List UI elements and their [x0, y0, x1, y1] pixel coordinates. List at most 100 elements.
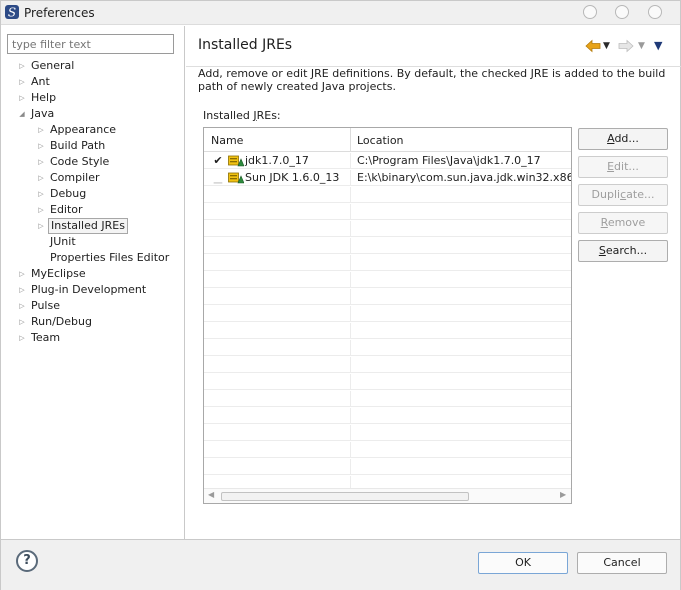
back-arrow-icon[interactable]: [585, 38, 601, 54]
installed-jres-table[interactable]: Name Location ✔ jdk1.7.0_17 C:\Program Fil…: [203, 127, 572, 504]
location-cell: [351, 425, 571, 441]
tree-item-myeclipse[interactable]: ▷ MyEclipse: [1, 266, 184, 282]
collapse-arrow-icon[interactable]: ▷: [36, 170, 46, 186]
empty-table-row: [204, 187, 571, 203]
empty-table-row: [204, 340, 571, 356]
collapse-arrow-icon[interactable]: ▷: [17, 298, 27, 314]
empty-table-row: [204, 255, 571, 271]
title-bar[interactable]: S Preferences: [1, 1, 680, 25]
search-button[interactable]: Search...: [578, 240, 668, 262]
name-cell: [204, 323, 351, 339]
minimize-button[interactable]: [583, 5, 597, 19]
maximize-button[interactable]: [615, 5, 629, 19]
window-title: Preferences: [24, 6, 95, 20]
eclipse-icon: S: [5, 5, 19, 20]
tree-item-debug[interactable]: ▷ Debug: [1, 186, 184, 202]
name-cell: [204, 340, 351, 356]
scrollbar-thumb[interactable]: [221, 492, 469, 501]
collapse-arrow-icon[interactable]: ▷: [36, 186, 46, 202]
location-cell: [351, 357, 571, 373]
back-dropdown-icon[interactable]: ▼: [603, 38, 610, 54]
add-button[interactable]: Add...: [578, 128, 668, 150]
tree-item-run-debug[interactable]: ▷ Run/Debug: [1, 314, 184, 330]
name-cell: [204, 204, 351, 220]
name-cell: [204, 425, 351, 441]
horizontal-scrollbar[interactable]: ◀ ▶: [204, 488, 571, 503]
collapse-arrow-icon[interactable]: ▷: [36, 202, 46, 218]
empty-table-row: [204, 306, 571, 322]
expand-arrow-icon[interactable]: ◢: [17, 106, 27, 122]
name-cell: [204, 408, 351, 424]
filter-input[interactable]: [7, 34, 174, 54]
tree-item-properties-files-editor[interactable]: Properties Files Editor: [1, 250, 184, 266]
location-cell: [351, 374, 571, 390]
tree-item-general[interactable]: ▷ General: [1, 58, 184, 74]
collapse-arrow-icon[interactable]: ▷: [36, 154, 46, 170]
column-header-location[interactable]: Location: [351, 128, 571, 152]
scroll-left-icon[interactable]: ◀: [208, 490, 214, 499]
tree-item-pulse[interactable]: ▷ Pulse: [1, 298, 184, 314]
tree-item-team[interactable]: ▷ Team: [1, 330, 184, 346]
view-menu-icon[interactable]: ▼: [654, 38, 662, 54]
tree-item-editor[interactable]: ▷ Editor: [1, 202, 184, 218]
scroll-right-icon[interactable]: ▶: [560, 490, 566, 499]
collapse-arrow-icon[interactable]: ▷: [17, 74, 27, 90]
collapse-arrow-icon[interactable]: ▷: [36, 218, 46, 234]
empty-table-row: [204, 391, 571, 407]
tree-item-code-style[interactable]: ▷ Code Style: [1, 154, 184, 170]
collapse-arrow-icon[interactable]: ▷: [17, 314, 27, 330]
collapse-arrow-icon[interactable]: ▷: [36, 138, 46, 154]
forward-dropdown-icon[interactable]: ▼: [638, 38, 645, 54]
collapse-arrow-icon[interactable]: ▷: [36, 122, 46, 138]
location-cell: [351, 442, 571, 458]
tree-item-junit[interactable]: JUnit: [1, 234, 184, 250]
page-title: Installed JREs: [198, 37, 293, 53]
empty-table-row: [204, 459, 571, 475]
location-cell: [351, 340, 571, 356]
empty-table-row: [204, 357, 571, 373]
tree-item-label: Run/Debug: [31, 315, 92, 328]
table-row[interactable]: ✔ jdk1.7.0_17 C:\Program Files\Java\jdk1.7…: [204, 153, 571, 169]
name-cell: [204, 272, 351, 288]
duplicate-button[interactable]: Duplicate...: [578, 184, 668, 206]
empty-table-row: [204, 408, 571, 424]
empty-table-row: [204, 374, 571, 390]
collapse-arrow-icon[interactable]: ▷: [17, 266, 27, 282]
ok-button[interactable]: OK: [478, 552, 568, 574]
name-cell: [204, 357, 351, 373]
jre-name: Sun JDK 1.6.0_13: [245, 171, 340, 184]
collapse-arrow-icon[interactable]: ▷: [17, 282, 27, 298]
tree-item-label: Installed JREs: [48, 218, 128, 234]
remove-button[interactable]: Remove: [578, 212, 668, 234]
installed-jres-label: Installed JREs:: [203, 109, 281, 122]
collapse-arrow-icon[interactable]: ▷: [17, 58, 27, 74]
tree-item-compiler[interactable]: ▷ Compiler: [1, 170, 184, 186]
tree-item-label: Pulse: [31, 299, 60, 312]
tree-item-label: Editor: [50, 203, 83, 216]
tree-item-help[interactable]: ▷ Help: [1, 90, 184, 106]
collapse-arrow-icon[interactable]: ▷: [17, 90, 27, 106]
tree-item-label: Debug: [50, 187, 87, 200]
dialog-footer: ? OK Cancel: [1, 540, 680, 590]
tree-item-java[interactable]: ◢ Java: [1, 106, 184, 122]
help-icon[interactable]: ?: [16, 550, 38, 572]
edit-button[interactable]: Edit...: [578, 156, 668, 178]
default-jre-checkbox[interactable]: ✔: [212, 153, 224, 169]
cancel-button[interactable]: Cancel: [577, 552, 667, 574]
forward-arrow-icon[interactable]: [618, 38, 634, 54]
tree-item-label: Properties Files Editor: [50, 251, 170, 264]
tree-item-ant[interactable]: ▷ Ant: [1, 74, 184, 90]
location-cell: [351, 272, 571, 288]
tree-item-label: Appearance: [50, 123, 117, 136]
tree-item-appearance[interactable]: ▷ Appearance: [1, 122, 184, 138]
collapse-arrow-icon[interactable]: ▷: [17, 330, 27, 346]
default-jre-checkbox[interactable]: ▁: [212, 170, 224, 186]
location-cell: [351, 187, 571, 203]
tree-item-plug-in-development[interactable]: ▷ Plug-in Development: [1, 282, 184, 298]
column-header-name[interactable]: Name: [204, 128, 351, 152]
tree-item-build-path[interactable]: ▷ Build Path: [1, 138, 184, 154]
table-row[interactable]: ▁ Sun JDK 1.6.0_13 E:\k\binary\com.sun.jav…: [204, 170, 571, 186]
location-cell: [351, 391, 571, 407]
tree-item-installed-jres[interactable]: ▷ Installed JREs: [1, 218, 184, 234]
close-button[interactable]: [648, 5, 662, 19]
